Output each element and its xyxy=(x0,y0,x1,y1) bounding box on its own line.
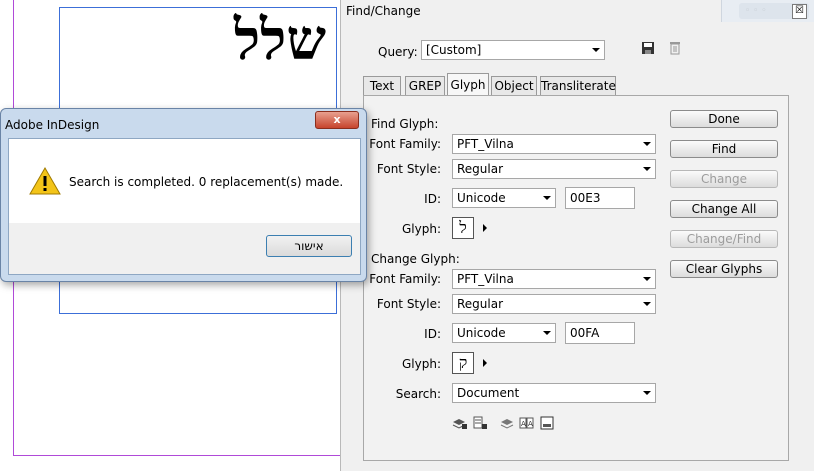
tab-glyph[interactable]: Glyph xyxy=(447,73,489,95)
include-locked-layers-icon[interactable] xyxy=(452,416,468,430)
panel-title: Find/Change xyxy=(346,4,421,18)
find-id-label: ID: xyxy=(424,192,441,206)
query-dropdown[interactable]: [Custom] xyxy=(421,40,605,60)
margin-guide-bottom xyxy=(13,455,340,456)
dialog-title: Adobe InDesign xyxy=(5,118,100,132)
dialog-body: Search is completed. 0 replacement(s) ma… xyxy=(8,138,361,275)
save-query-icon[interactable] xyxy=(640,41,656,59)
change-font-style-dropdown[interactable]: Regular xyxy=(452,294,656,314)
change-button[interactable]: Change xyxy=(670,170,778,188)
dialog-footer: אישור xyxy=(9,223,360,274)
chevron-down-icon xyxy=(543,196,551,200)
include-master-pages-icon[interactable]: AA xyxy=(519,416,535,430)
change-find-button[interactable]: Change/Find xyxy=(670,230,778,248)
change-id-input[interactable]: 00FA xyxy=(565,322,635,344)
svg-text:A: A xyxy=(521,420,526,428)
find-glyph-menu-icon[interactable] xyxy=(483,224,487,232)
change-font-family-label: Font Family: xyxy=(369,272,441,286)
delete-query-icon[interactable] xyxy=(667,41,683,59)
change-all-button[interactable]: Change All xyxy=(670,200,778,218)
include-locked-stories-icon[interactable] xyxy=(472,416,488,430)
find-font-style-label: Font Style: xyxy=(376,162,441,176)
find-id-input[interactable]: 00E3 xyxy=(565,187,635,209)
tab-grep[interactable]: GREP xyxy=(405,76,445,95)
clear-glyphs-button[interactable]: Clear Glyphs xyxy=(670,260,778,278)
chevron-down-icon xyxy=(643,142,651,146)
warning-icon xyxy=(29,166,61,195)
done-button[interactable]: Done xyxy=(670,110,778,128)
hebrew-text: שלל xyxy=(233,7,326,73)
alert-dialog: Adobe InDesign x Search is completed. 0 … xyxy=(0,108,367,282)
find-glyph-preview[interactable]: ל xyxy=(452,217,474,239)
panel-close-button[interactable]: ☒ xyxy=(792,4,807,19)
change-font-family-dropdown[interactable]: PFT_Vilna xyxy=(452,269,656,289)
change-font-style-label: Font Style: xyxy=(376,297,441,311)
query-label: Query: xyxy=(378,45,418,59)
change-id-label: ID: xyxy=(424,327,441,341)
tab-text[interactable]: Text xyxy=(363,76,401,95)
find-font-style-value: Regular xyxy=(457,162,504,176)
find-glyph-label: Glyph: xyxy=(402,222,441,236)
include-footnotes-icon[interactable] xyxy=(539,416,555,430)
dialog-close-button[interactable]: x xyxy=(315,111,359,129)
tab-object[interactable]: Object xyxy=(491,76,537,95)
search-scope-dropdown[interactable]: Document xyxy=(452,383,656,403)
include-hidden-layers-icon[interactable] xyxy=(500,416,516,430)
query-value: [Custom] xyxy=(426,43,482,57)
chevron-down-icon xyxy=(643,391,651,395)
find-id-type-dropdown[interactable]: Unicode xyxy=(452,188,556,208)
find-id-type-value: Unicode xyxy=(457,191,506,205)
chevron-down-icon xyxy=(643,277,651,281)
change-id-type-dropdown[interactable]: Unicode xyxy=(452,323,556,343)
ok-button[interactable]: אישור xyxy=(266,235,352,257)
find-button[interactable]: Find xyxy=(670,140,778,158)
change-font-style-value: Regular xyxy=(457,297,504,311)
change-glyph-section-label: Change Glyph: xyxy=(371,252,460,266)
change-id-type-value: Unicode xyxy=(457,326,506,340)
search-scope-value: Document xyxy=(457,386,520,400)
find-font-family-value: PFT_Vilna xyxy=(457,137,514,151)
find-font-family-label: Font Family: xyxy=(369,137,441,151)
tab-transliterate[interactable]: Transliterate xyxy=(540,76,616,95)
chevron-down-icon xyxy=(643,302,651,306)
find-font-family-dropdown[interactable]: PFT_Vilna xyxy=(452,134,656,154)
chevron-down-icon xyxy=(543,331,551,335)
find-glyph-section-label: Find Glyph: xyxy=(371,117,439,131)
change-glyph-menu-icon[interactable] xyxy=(483,359,487,367)
change-font-family-value: PFT_Vilna xyxy=(457,272,514,286)
find-font-style-dropdown[interactable]: Regular xyxy=(452,159,656,179)
chevron-down-icon xyxy=(592,48,600,52)
svg-text:A: A xyxy=(528,420,533,428)
change-glyph-preview[interactable]: ק xyxy=(452,352,474,374)
chevron-down-icon xyxy=(643,167,651,171)
change-glyph-label: Glyph: xyxy=(402,357,441,371)
dialog-message: Search is completed. 0 replacement(s) ma… xyxy=(69,175,344,189)
search-label: Search: xyxy=(395,387,441,401)
